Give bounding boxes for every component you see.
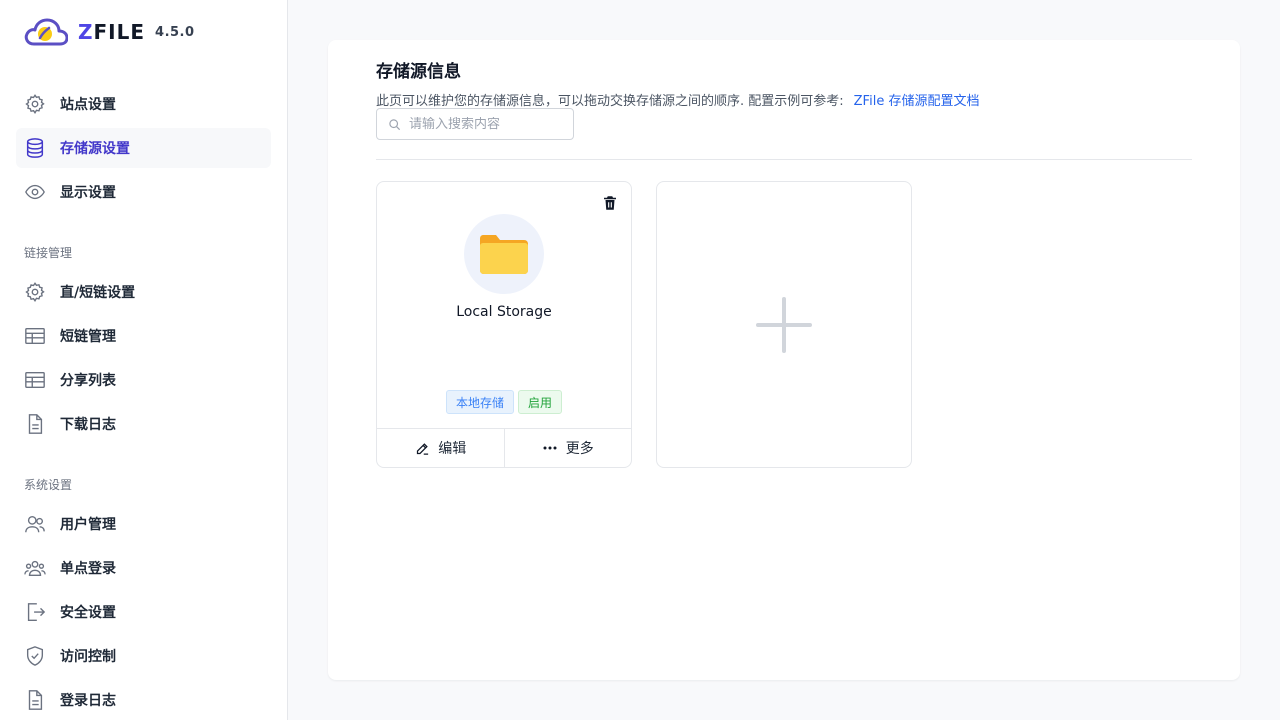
- sidebar-item-label: 下载日志: [60, 417, 116, 433]
- logo-text: ZFILE: [78, 20, 146, 44]
- divider: [376, 159, 1192, 160]
- sidebar-item-sso[interactable]: 单点登录: [16, 548, 271, 588]
- edit-button[interactable]: 编辑: [377, 429, 504, 467]
- sidebar-item-direct-link-settings[interactable]: 直/短链设置: [16, 272, 271, 312]
- sidebar-item-storage-settings[interactable]: 存储源设置: [16, 128, 271, 168]
- sidebar-item-access-control[interactable]: 访问控制: [16, 636, 271, 676]
- storage-avatar: [464, 214, 544, 294]
- pencil-icon: [414, 440, 430, 456]
- document-icon: [24, 689, 46, 711]
- add-storage-card[interactable]: [656, 181, 912, 468]
- card-actions: 编辑 更多: [377, 428, 631, 467]
- sidebar-item-label: 显示设置: [60, 185, 116, 201]
- sidebar-item-label: 直/短链设置: [60, 285, 136, 301]
- user-group-icon: [24, 557, 46, 579]
- sidebar-item-short-link-management[interactable]: 短链管理: [16, 316, 271, 356]
- app-version: 4.5.0: [155, 24, 195, 40]
- storage-card[interactable]: Local Storage 本地存储 启用 编辑 更多: [376, 181, 632, 468]
- more-label: 更多: [565, 441, 594, 457]
- status-badge: 启用: [518, 390, 563, 414]
- delete-icon[interactable]: [601, 194, 619, 212]
- sidebar-item-label: 安全设置: [60, 605, 116, 621]
- sidebar-item-label: 存储源设置: [60, 141, 130, 157]
- sidebar-item-login-log[interactable]: 登录日志: [16, 680, 271, 720]
- storage-name: Local Storage: [456, 304, 552, 320]
- sidebar-item-share-list[interactable]: 分享列表: [16, 360, 271, 400]
- sidebar: ZFILE 4.5.0 站点设置 存储源设置 显示设置 链接管理 直/短链设置 …: [0, 0, 288, 720]
- search-box[interactable]: [376, 108, 574, 140]
- search-input[interactable]: [409, 116, 569, 132]
- storage-type-badge: 本地存储: [445, 390, 514, 414]
- gear-icon: [24, 93, 46, 115]
- doc-link[interactable]: ZFile 存储源配置文档: [854, 94, 980, 109]
- folder-icon: [480, 235, 528, 274]
- app-logo[interactable]: ZFILE 4.5.0: [24, 16, 195, 48]
- page-title: 存储源信息: [376, 62, 461, 82]
- sidebar-item-display-settings[interactable]: 显示设置: [16, 172, 271, 212]
- section-title-system: 系统设置: [24, 478, 73, 492]
- edit-label: 编辑: [438, 441, 467, 457]
- database-icon: [24, 137, 46, 159]
- page-description: 此页可以维护您的存储源信息，可以拖动交换存储源之间的顺序. 配置示例可参考: ZF…: [376, 90, 979, 109]
- sidebar-item-label: 用户管理: [60, 517, 116, 533]
- gear-icon: [24, 281, 46, 303]
- shield-check-icon: [24, 645, 46, 667]
- cloud-logo-icon: [24, 18, 68, 46]
- section-title-links: 链接管理: [24, 246, 73, 260]
- search-icon: [388, 118, 401, 131]
- sidebar-item-security-settings[interactable]: 安全设置: [16, 592, 271, 632]
- plus-icon: [756, 297, 812, 353]
- storage-tags: 本地存储 启用: [377, 390, 631, 414]
- logout-icon: [24, 601, 46, 623]
- sidebar-item-site-settings[interactable]: 站点设置: [16, 84, 271, 124]
- sidebar-item-label: 访问控制: [60, 649, 116, 665]
- users-icon: [24, 513, 46, 535]
- document-icon: [24, 413, 46, 435]
- sidebar-item-label: 站点设置: [60, 97, 116, 113]
- more-icon: [542, 440, 558, 456]
- sidebar-item-download-log[interactable]: 下载日志: [16, 404, 271, 444]
- table-icon: [24, 369, 46, 391]
- sidebar-item-label: 短链管理: [60, 329, 116, 345]
- more-button[interactable]: 更多: [503, 429, 632, 467]
- sidebar-item-label: 登录日志: [60, 693, 116, 709]
- table-icon: [24, 325, 46, 347]
- sidebar-item-label: 分享列表: [60, 373, 116, 389]
- storage-panel: 存储源信息 此页可以维护您的存储源信息，可以拖动交换存储源之间的顺序. 配置示例…: [328, 40, 1240, 680]
- sidebar-item-user-management[interactable]: 用户管理: [16, 504, 271, 544]
- sidebar-item-label: 单点登录: [60, 561, 116, 577]
- eye-icon: [24, 181, 46, 203]
- description-text: 此页可以维护您的存储源信息，可以拖动交换存储源之间的顺序. 配置示例可参考:: [376, 94, 844, 109]
